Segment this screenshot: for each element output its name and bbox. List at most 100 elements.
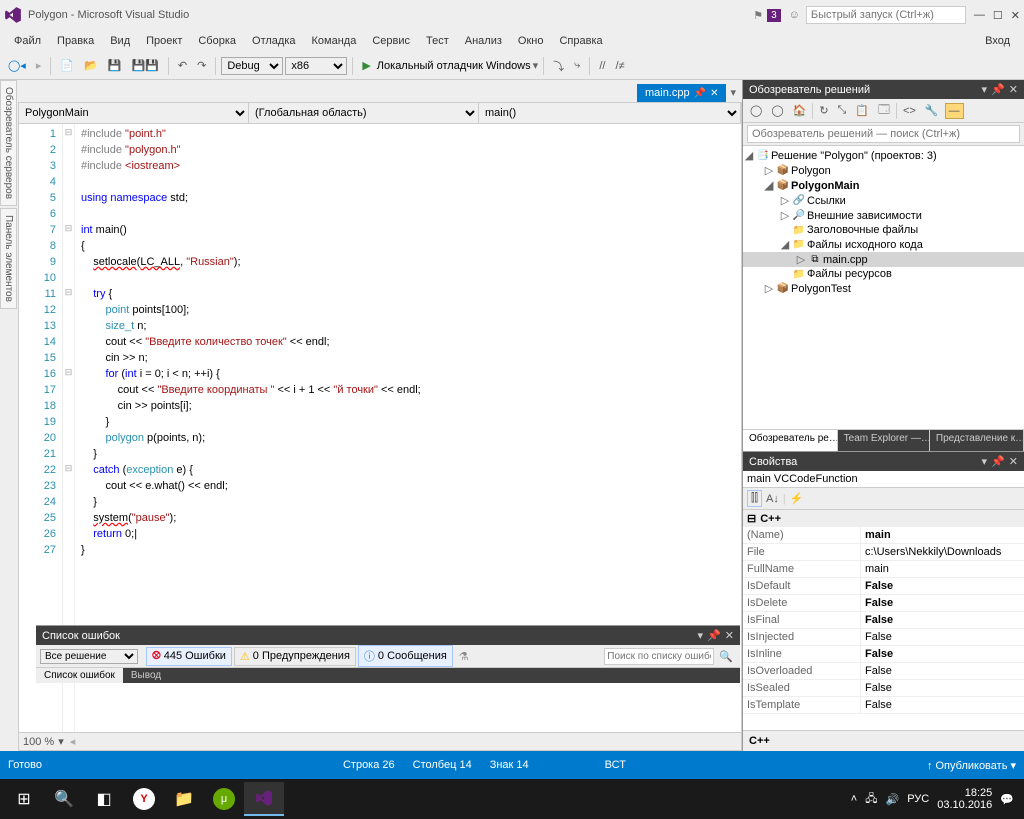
open-icon[interactable]: 📂 [80,57,102,74]
property-row[interactable]: IsTemplateFalse [743,697,1024,714]
refresh-icon[interactable]: ↻ [816,103,831,118]
notification-count[interactable]: 3 [767,9,781,22]
region-dropdown[interactable]: (Глобальная область) [249,103,479,123]
property-row[interactable]: IsInlineFalse [743,646,1024,663]
home-icon[interactable]: 🏠 [790,103,810,118]
comment-icon[interactable]: // [595,58,609,74]
tree-item[interactable]: 📁Заголовочные файлы [743,223,1024,237]
menu-debug[interactable]: Отладка [244,33,303,49]
panel-close-icon[interactable]: ✕ [1009,83,1018,96]
panel-pin-icon[interactable]: 📌 [991,455,1005,468]
error-search-input[interactable] [604,648,714,665]
tab-error-list[interactable]: Список ошибок [36,668,123,683]
quick-launch-input[interactable] [806,6,966,24]
property-row[interactable]: Filec:\Users\Nekkily\Downloads [743,544,1024,561]
uncomment-icon[interactable]: /≠ [611,58,628,74]
save-icon[interactable]: 💾 [104,57,126,74]
panel-dropdown-icon[interactable]: ▾ [698,629,704,642]
tree-item[interactable]: ▷⧉main.cpp [743,252,1024,267]
feedback-icon[interactable]: ☺ [789,9,800,21]
nav-fwd-icon[interactable]: ▸ [32,57,46,74]
publish-button[interactable]: ↑ Опубликовать ▾ [927,759,1016,772]
error-scope-dropdown[interactable]: Все решение [40,649,138,664]
property-row[interactable]: FullNamemain [743,561,1024,578]
tab-solution-explorer[interactable]: Обозреватель ре… [743,430,838,451]
solution-search-input[interactable] [747,125,1020,143]
menu-build[interactable]: Сборка [190,33,244,49]
member-dropdown[interactable]: main() [479,103,741,123]
notification-flag-icon[interactable]: ⚑ [753,9,763,22]
platform-dropdown[interactable]: x86 [285,57,347,75]
tray-up-icon[interactable]: ˄ [851,793,857,805]
property-row[interactable]: IsInjectedFalse [743,629,1024,646]
menu-window[interactable]: Окно [510,33,552,49]
close-icon[interactable]: ✕ [1011,9,1020,22]
window-dropdown-icon[interactable]: ▾ [726,83,740,102]
menu-help[interactable]: Справка [551,33,610,49]
property-object[interactable]: main VCCodeFunction [743,471,1024,488]
menu-edit[interactable]: Правка [49,33,102,49]
messages-chip[interactable]: ⓘ0 Сообщения [358,645,453,667]
solution-root[interactable]: ◢📑Решение "Polygon" (проектов: 3) [743,148,1024,163]
collapse-icon[interactable]: ⤡ [835,103,850,118]
tray-clock[interactable]: 18:2503.10.2016 [937,787,992,811]
solution-tree[interactable]: ◢📑Решение "Polygon" (проектов: 3) ▷📦Poly… [743,146,1024,429]
show-all-icon[interactable]: 📋 [852,103,872,118]
tree-item[interactable]: ▷🔗Ссылки [743,193,1024,208]
login-link[interactable]: Вход [977,33,1018,49]
search-icon[interactable]: 🔍 [716,650,736,663]
search-button[interactable]: 🔍 [44,782,84,816]
pin-icon[interactable]: 📌 [694,88,706,99]
categorized-icon[interactable]: ⫿⫿ [747,490,762,507]
panel-close-icon[interactable]: ✕ [725,629,734,642]
property-row[interactable]: IsOverloadedFalse [743,663,1024,680]
panel-dropdown-icon[interactable]: ▾ [982,83,988,96]
nav-back-icon[interactable]: ◯◂ [4,57,30,74]
alpha-icon[interactable]: A↓ [766,493,779,505]
menu-file[interactable]: Файл [6,33,49,49]
menu-tools[interactable]: Сервис [364,33,418,49]
property-row[interactable]: IsDeleteFalse [743,595,1024,612]
tray-volume-icon[interactable]: 🔊 [886,793,900,806]
minimize-icon[interactable]: — [974,9,985,22]
config-dropdown[interactable]: Debug [221,57,283,75]
tab-main-cpp[interactable]: main.cpp 📌 ✕ [637,84,726,102]
properties-icon[interactable]: 🗔 [875,100,893,121]
tab-close-icon[interactable]: ✕ [710,88,718,99]
tree-item[interactable]: ▷📦PolygonTest [743,281,1024,296]
panel-dropdown-icon[interactable]: ▾ [982,455,988,468]
zoom-level[interactable]: 100 % [23,736,54,748]
maximize-icon[interactable]: ☐ [993,9,1003,22]
step-over-icon[interactable]: ⤷ [570,57,584,74]
tab-team-explorer[interactable]: Team Explorer —… [838,430,930,451]
events-icon[interactable]: ⚡ [790,492,804,505]
menu-test[interactable]: Тест [418,33,457,49]
toolbox-tab[interactable]: Панель элементов [0,208,17,309]
property-row[interactable]: IsSealedFalse [743,680,1024,697]
toggle-icon[interactable]: — [945,103,964,119]
tab-output[interactable]: Вывод [123,668,169,683]
tray-notifications-icon[interactable]: 💬 [1000,793,1014,806]
menu-analyze[interactable]: Анализ [457,33,510,49]
tree-item[interactable]: ◢📦PolygonMain [743,178,1024,193]
task-view-button[interactable]: ◧ [84,782,124,816]
property-row[interactable]: IsFinalFalse [743,612,1024,629]
server-explorer-tab[interactable]: Обозреватель серверов [0,80,17,206]
yandex-icon[interactable]: Y [124,782,164,816]
start-button[interactable]: ⊞ [4,782,44,816]
scope-dropdown[interactable]: PolygonMain [19,103,249,123]
panel-pin-icon[interactable]: 📌 [991,83,1005,96]
filter-icon[interactable]: ⚗ [455,650,473,663]
menu-team[interactable]: Команда [304,33,365,49]
property-row[interactable]: IsDefaultFalse [743,578,1024,595]
debugger-target[interactable]: Локальный отладчик Windows [377,60,531,72]
undo-icon[interactable]: ↶ [174,57,191,74]
panel-pin-icon[interactable]: 📌 [707,629,721,642]
tree-item[interactable]: ◢📁Файлы исходного кода [743,237,1024,252]
utorrent-icon[interactable]: μ [204,782,244,816]
redo-icon[interactable]: ↷ [193,57,210,74]
collapse-cat-icon[interactable]: ⊟ [747,512,756,525]
explorer-icon[interactable]: 📁 [164,782,204,816]
fwd-icon[interactable]: ◯ [768,103,786,118]
view-code-icon[interactable]: <> [900,104,919,118]
